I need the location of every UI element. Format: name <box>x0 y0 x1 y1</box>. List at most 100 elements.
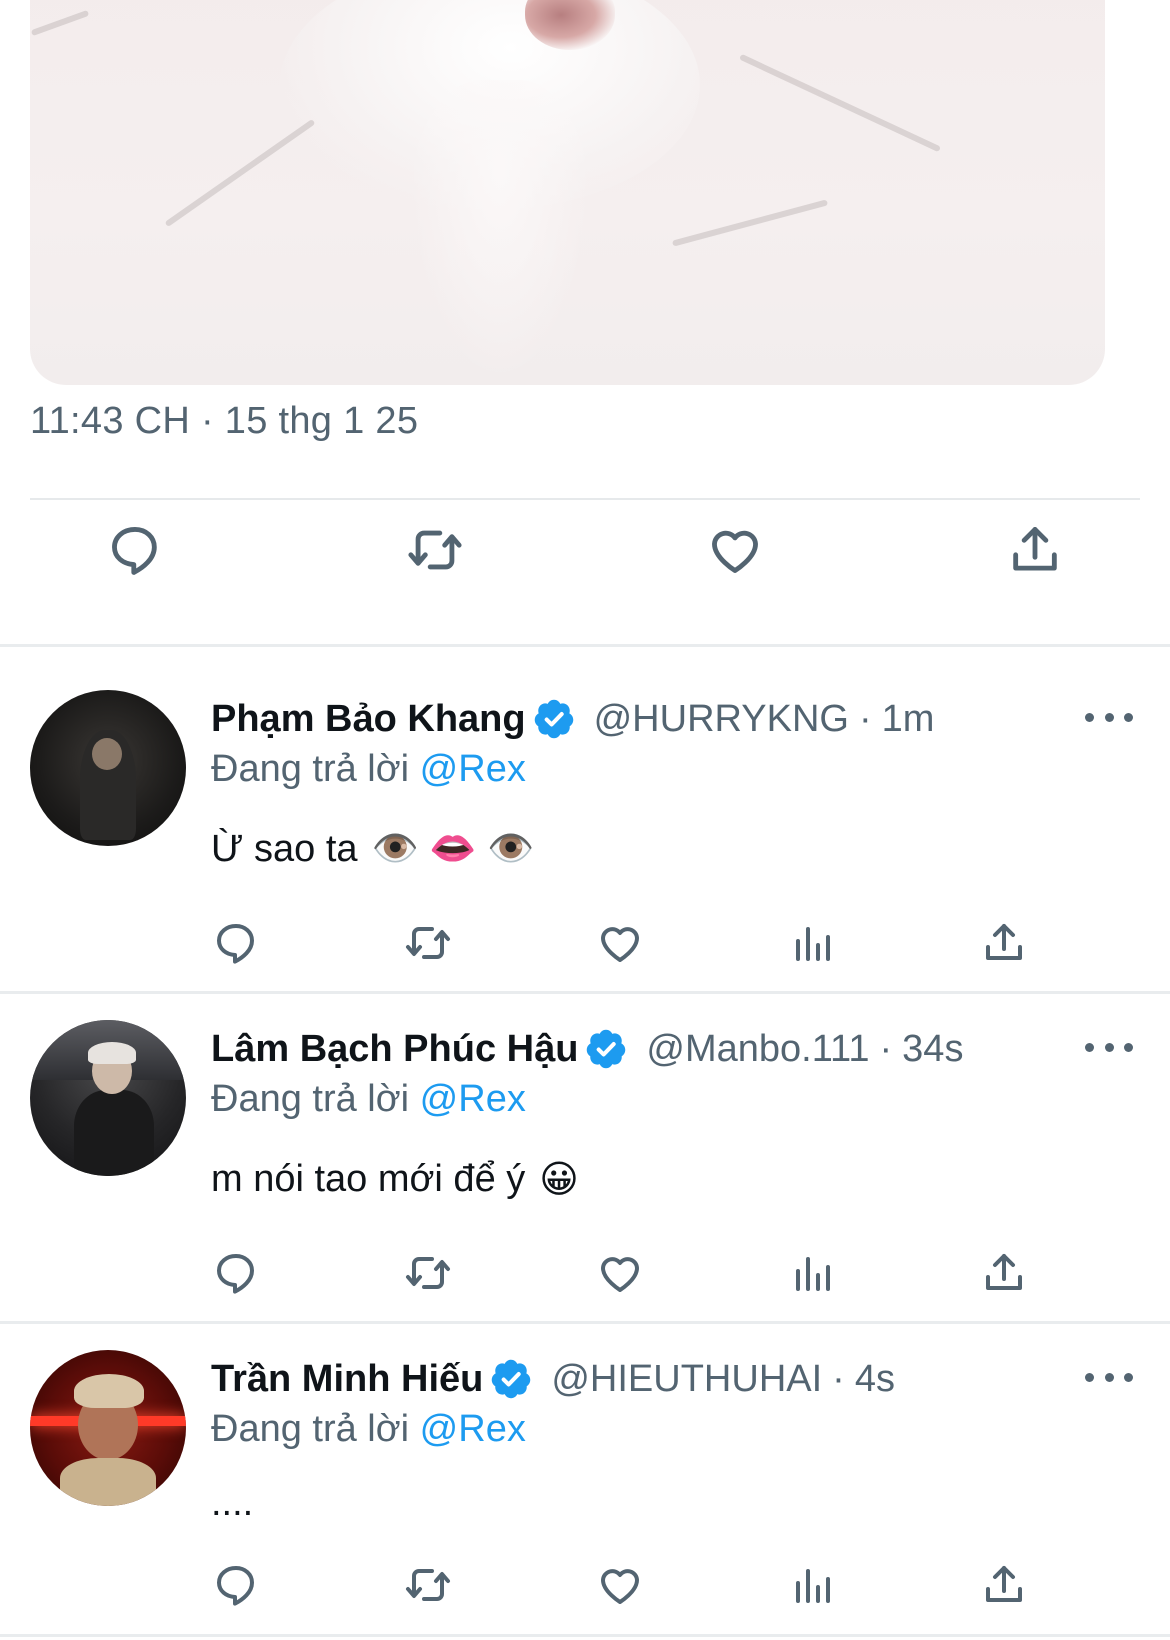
reply-text: .... <box>211 1482 253 1525</box>
retweet-icon <box>408 530 462 570</box>
reply-action-bar <box>0 915 1170 975</box>
replying-to-line: Đang trả lời @Rex <box>211 1078 526 1121</box>
reply-action-bar <box>0 1245 1170 1305</box>
share-icon <box>1013 527 1057 571</box>
divider <box>0 991 1170 994</box>
post-time[interactable]: 34s <box>902 1028 963 1071</box>
like-icon <box>601 927 639 962</box>
reply-icon <box>217 924 254 964</box>
post-time[interactable]: 1m <box>882 698 935 741</box>
retweet-button[interactable] <box>400 1557 456 1613</box>
reply-button[interactable] <box>208 1245 264 1301</box>
views-button[interactable] <box>784 915 840 971</box>
replying-to-line: Đang trả lời @Rex <box>211 748 526 791</box>
reply-text-content: .... <box>211 1482 254 1524</box>
like-button[interactable] <box>592 915 648 971</box>
avatar-hair <box>88 1042 136 1064</box>
share-icon <box>986 1566 1022 1602</box>
like-button[interactable] <box>592 1557 648 1613</box>
media-streak <box>739 53 941 153</box>
tweet-timestamp[interactable]: 11:43 CH · 15 thg 1 25 <box>30 400 418 443</box>
media-cat-body <box>410 80 590 380</box>
separator-dot: · <box>858 697 872 740</box>
share-button[interactable] <box>976 1245 1032 1301</box>
reply-icon <box>112 527 157 575</box>
tweet-media-image[interactable] <box>30 0 1105 385</box>
reply-action-bar <box>0 1557 1170 1617</box>
share-button[interactable] <box>1000 515 1070 585</box>
retweet-icon <box>406 927 450 959</box>
emoji: 😀 <box>539 1159 579 1201</box>
avatar-hair <box>74 1374 144 1408</box>
divider <box>30 498 1140 500</box>
avatar[interactable] <box>30 1020 186 1176</box>
reply-header: Trần Minh Hiếu @HIEUTHUHAI · 4s <box>211 1355 895 1403</box>
display-name[interactable]: Lâm Bạch Phúc Hậu <box>211 1028 578 1071</box>
divider <box>0 1321 1170 1324</box>
separator-dot: · <box>832 1357 845 1400</box>
reply-button[interactable] <box>208 1557 264 1613</box>
views-button[interactable] <box>784 1557 840 1613</box>
reply-text: m nói tao mới để ý 😀 <box>211 1157 579 1202</box>
replying-mention-link[interactable]: @Rex <box>420 1078 526 1120</box>
replying-prefix: Đang trả lời <box>211 748 410 790</box>
views-button[interactable] <box>784 1245 840 1301</box>
divider <box>0 1634 1170 1637</box>
media-streak <box>671 199 829 247</box>
username-handle[interactable]: @HIEUTHUHAI <box>551 1358 822 1401</box>
more-dot-icon <box>1085 1372 1094 1382</box>
username-handle[interactable]: @HURRYKNG <box>594 698 849 741</box>
retweet-button[interactable] <box>400 515 470 585</box>
avatar-shoulders <box>60 1458 156 1506</box>
share-icon <box>986 1254 1022 1290</box>
more-dot-icon <box>1085 1042 1094 1052</box>
display-name[interactable]: Phạm Bảo Khang <box>211 698 526 741</box>
retweet-icon <box>406 1569 450 1601</box>
share-button[interactable] <box>976 915 1032 971</box>
reply-text: Ừ sao ta 👁️ 👄 👁️ <box>211 827 535 871</box>
reply-icon <box>217 1254 254 1294</box>
media-streak <box>30 9 90 37</box>
like-button[interactable] <box>592 1245 648 1301</box>
more-dot-icon <box>1124 712 1133 722</box>
reply-text-content: Ừ sao ta <box>211 827 358 870</box>
separator-dot: · <box>879 1027 893 1070</box>
views-chart-icon <box>796 1257 830 1291</box>
more-options-button[interactable] <box>1085 1032 1133 1062</box>
reply-icon <box>217 1566 254 1606</box>
retweet-button[interactable] <box>400 915 456 971</box>
replying-prefix: Đang trả lời <box>211 1078 410 1120</box>
replying-to-line: Đang trả lời @Rex <box>211 1408 526 1451</box>
like-icon <box>601 1569 639 1604</box>
reply-button[interactable] <box>100 515 170 585</box>
verified-badge-icon <box>492 1359 531 1399</box>
more-options-button[interactable] <box>1085 1362 1133 1392</box>
divider <box>0 644 1170 647</box>
retweet-icon <box>406 1257 450 1289</box>
display-name[interactable]: Trần Minh Hiếu <box>211 1358 483 1401</box>
media-streak <box>164 118 316 228</box>
replying-prefix: Đang trả lời <box>211 1408 410 1450</box>
like-button[interactable] <box>700 515 770 585</box>
avatar[interactable] <box>30 1350 186 1506</box>
reply-header: Lâm Bạch Phúc Hậu @Manbo.111 · 34s <box>211 1025 963 1073</box>
avatar[interactable] <box>30 690 186 846</box>
like-icon <box>712 530 758 573</box>
more-options-button[interactable] <box>1085 702 1133 732</box>
more-dot-icon <box>1104 712 1114 722</box>
post-time[interactable]: 4s <box>855 1358 895 1401</box>
reply-header: Phạm Bảo Khang @HURRYKNG · 1m <box>211 695 934 743</box>
more-dot-icon <box>1104 1042 1114 1052</box>
share-icon <box>986 924 1022 960</box>
avatar-face <box>92 738 122 770</box>
replying-mention-link[interactable]: @Rex <box>420 748 526 790</box>
tweet-action-bar <box>0 515 1170 605</box>
views-chart-icon <box>796 927 830 961</box>
reply-button[interactable] <box>208 915 264 971</box>
verified-badge-icon <box>587 1029 626 1069</box>
share-button[interactable] <box>976 1557 1032 1613</box>
replying-mention-link[interactable]: @Rex <box>420 1408 526 1450</box>
username-handle[interactable]: @Manbo.111 <box>646 1028 869 1071</box>
like-icon <box>601 1257 639 1292</box>
retweet-button[interactable] <box>400 1245 456 1301</box>
